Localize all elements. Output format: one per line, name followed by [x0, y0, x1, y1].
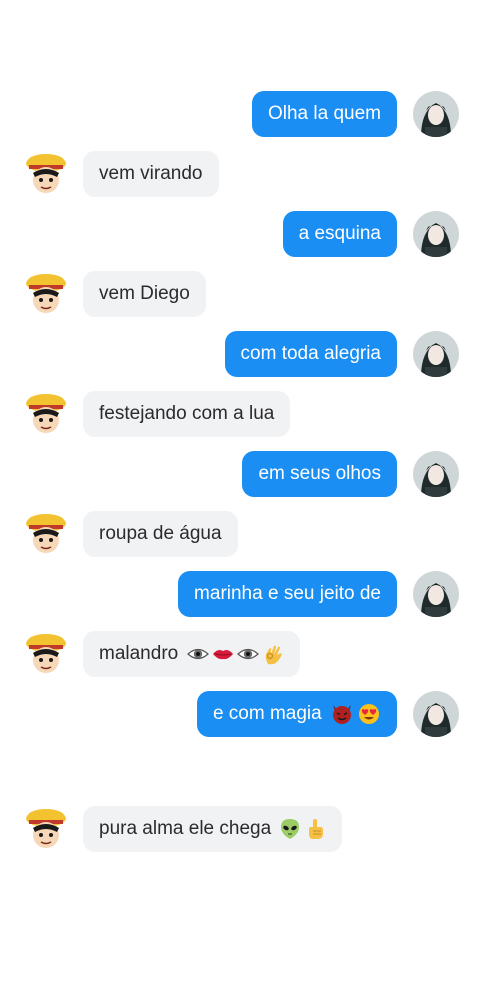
message-row: roupa de água: [0, 511, 480, 559]
message-row: com toda alegria: [0, 331, 480, 379]
devil-face-icon: [330, 702, 354, 726]
contact-avatar[interactable]: [23, 511, 69, 557]
ok-hand-icon: [262, 643, 284, 665]
incoming-message-bubble[interactable]: festejando com a lua: [83, 391, 291, 437]
contact-avatar[interactable]: [23, 391, 69, 437]
incoming-message-bubble[interactable]: roupa de água: [83, 511, 238, 557]
alien-icon: [279, 818, 301, 840]
user-avatar[interactable]: [413, 571, 459, 617]
message-row: malandro: [0, 631, 480, 679]
incoming-message-bubble[interactable]: vem virando: [83, 151, 219, 197]
message-row: Olha la quem: [0, 91, 480, 139]
message-row: pura alma ele chega: [0, 806, 480, 854]
heart-eyes-icon: [357, 702, 381, 726]
contact-avatar[interactable]: [23, 806, 69, 852]
eye-icon: [236, 643, 259, 665]
incoming-message-bubble[interactable]: vem Diego: [83, 271, 206, 317]
message-row: marinha e seu jeito de: [0, 571, 480, 619]
outgoing-message-bubble[interactable]: a esquina: [282, 211, 397, 257]
incoming-message-bubble[interactable]: malandro: [83, 631, 300, 677]
message-row: vem virando: [0, 151, 480, 199]
message-text: marinha e seu jeito de: [194, 583, 381, 604]
outgoing-message-bubble[interactable]: com toda alegria: [224, 331, 397, 377]
message-text: Olha la quem: [267, 103, 381, 124]
outgoing-message-bubble[interactable]: em seus olhos: [242, 451, 397, 497]
message-text: em seus olhos: [258, 463, 381, 484]
outgoing-message-bubble[interactable]: marinha e seu jeito de: [178, 571, 397, 617]
message-text: malandro: [99, 643, 179, 664]
message-row: a esquina: [0, 211, 480, 259]
contact-avatar[interactable]: [23, 631, 69, 677]
user-avatar[interactable]: [413, 331, 459, 377]
message-text: pura alma ele chega: [99, 818, 272, 839]
message-text: com toda alegria: [240, 343, 381, 364]
lips-icon: [212, 643, 234, 665]
message-text: vem virando: [99, 163, 203, 184]
message-text: roupa de água: [99, 523, 222, 544]
message-row: vem Diego: [0, 271, 480, 319]
eye-icon: [186, 643, 209, 665]
message-row: em seus olhos: [0, 451, 480, 499]
incoming-message-bubble[interactable]: pura alma ele chega: [83, 806, 343, 852]
pointing-up-icon: [304, 818, 326, 840]
message-text: a esquina: [298, 223, 381, 244]
user-avatar[interactable]: [413, 91, 459, 137]
message-row: e com magia: [0, 691, 480, 739]
outgoing-message-bubble[interactable]: e com magia: [196, 691, 397, 737]
message-text: e com magia: [212, 703, 322, 724]
user-avatar[interactable]: [413, 451, 459, 497]
message-row: festejando com a lua: [0, 391, 480, 439]
message-text: vem Diego: [99, 283, 190, 304]
user-avatar[interactable]: [413, 211, 459, 257]
user-avatar[interactable]: [413, 691, 459, 737]
contact-avatar[interactable]: [23, 151, 69, 197]
outgoing-message-bubble[interactable]: Olha la quem: [251, 91, 397, 137]
contact-avatar[interactable]: [23, 271, 69, 317]
message-text: festejando com a lua: [99, 403, 275, 424]
chat-thread: Olha la quem vem virando a esquina vem D…: [0, 0, 480, 986]
